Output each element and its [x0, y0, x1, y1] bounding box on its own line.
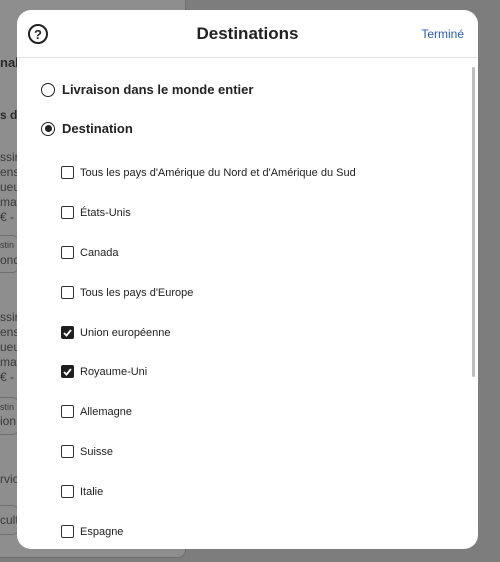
country-label: Allemagne [80, 405, 132, 418]
background-text: stin [0, 240, 15, 250]
country-option[interactable]: Allemagne [61, 405, 132, 418]
country-label: Canada [80, 246, 119, 259]
country-option[interactable]: Canada [61, 246, 119, 259]
checkbox-checked-icon[interactable] [61, 326, 74, 339]
scrollbar[interactable] [472, 67, 475, 377]
country-label: Italie [80, 485, 104, 498]
modal-header: ? Destinations Terminé [17, 10, 478, 58]
country-label: Royaume-Uni [80, 365, 148, 378]
country-option[interactable]: Espagne [61, 525, 123, 538]
country-option[interactable]: Tous les pays d'Amérique du Nord et d'Am… [61, 166, 356, 179]
checkbox-unchecked-icon[interactable] [61, 485, 74, 498]
checkbox-unchecked-icon[interactable] [61, 445, 74, 458]
checkbox-unchecked-icon[interactable] [61, 286, 74, 299]
checkbox-unchecked-icon[interactable] [61, 525, 74, 538]
country-option[interactable]: Union européenne [61, 326, 171, 339]
worldwide-shipping-option[interactable]: Livraison dans le monde entier [41, 82, 253, 97]
background-text: cult [0, 513, 19, 527]
radio-selected-icon [41, 121, 55, 136]
country-label: États-Unis [80, 206, 131, 219]
destinations-modal: ? Destinations Terminé Livraison dans le… [17, 10, 478, 549]
checkbox-unchecked-icon[interactable] [61, 166, 74, 179]
country-label: Espagne [80, 525, 124, 538]
checkbox-unchecked-icon[interactable] [61, 405, 74, 418]
radio-unselected-icon [41, 82, 55, 97]
country-label: Suisse [80, 445, 114, 458]
background-text: rvic [0, 472, 19, 486]
country-label: Union européenne [80, 326, 171, 339]
done-button[interactable]: Terminé [421, 27, 464, 41]
checkbox-unchecked-icon[interactable] [61, 206, 74, 219]
country-option[interactable]: Suisse [61, 445, 113, 458]
country-label: Tous les pays d'Amérique du Nord et d'Am… [80, 166, 356, 179]
modal-body[interactable]: Livraison dans le monde entier Destinati… [17, 59, 478, 549]
background-text: stin [0, 402, 15, 412]
option-label: Destination [62, 121, 133, 136]
option-label: Livraison dans le monde entier [62, 82, 254, 97]
country-option[interactable]: Italie [61, 485, 103, 498]
destination-option[interactable]: Destination [41, 121, 133, 136]
country-option[interactable]: Royaume-Uni [61, 365, 147, 378]
country-option[interactable]: États-Unis [61, 206, 131, 219]
checkbox-unchecked-icon[interactable] [61, 246, 74, 259]
background-text: € - [0, 210, 15, 224]
background-text: ion [0, 414, 17, 428]
checkbox-checked-icon[interactable] [61, 365, 74, 378]
country-option[interactable]: Tous les pays d'Europe [61, 286, 193, 299]
country-label: Tous les pays d'Europe [80, 286, 194, 299]
background-text: nal [0, 55, 19, 70]
background-text: € - [0, 370, 15, 384]
modal-title: Destinations [196, 24, 299, 43]
